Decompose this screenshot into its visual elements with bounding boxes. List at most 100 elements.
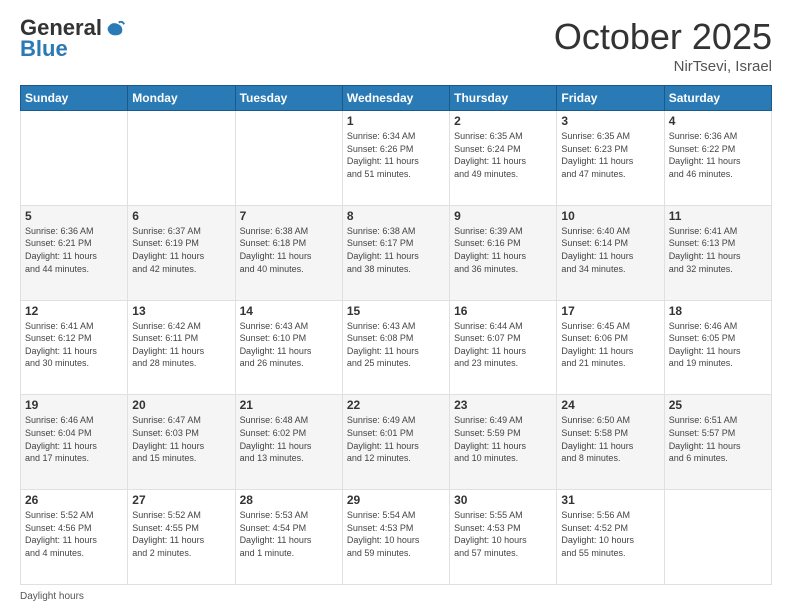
day-number: 9: [454, 209, 552, 223]
day-number: 15: [347, 304, 445, 318]
day-info: Sunrise: 5:55 AM Sunset: 4:53 PM Dayligh…: [454, 509, 552, 559]
day-header-monday: Monday: [128, 86, 235, 111]
calendar-cell: [235, 111, 342, 206]
month-title: October 2025: [554, 16, 772, 58]
calendar-cell: 14Sunrise: 6:43 AM Sunset: 6:10 PM Dayli…: [235, 300, 342, 395]
day-header-friday: Friday: [557, 86, 664, 111]
logo-icon: [104, 17, 126, 39]
calendar-cell: 29 Sunrise: 5:54 AM Sunset: 4:53 PM Dayli…: [342, 490, 449, 585]
calendar-cell: 10 Sunrise: 6:40 AM Sunset: 6:14 PM Dayli…: [557, 205, 664, 300]
calendar-cell: [664, 490, 771, 585]
calendar-cell: 1 Sunrise: 6:34 AM Sunset: 6:26 PM Daylig…: [342, 111, 449, 206]
day-number: 29: [347, 493, 445, 507]
day-number: 31: [561, 493, 659, 507]
day-number: 26: [25, 493, 123, 507]
day-info: Sunrise: 5:52 AM Sunset: 4:56 PM Dayligh…: [25, 509, 123, 559]
calendar-cell: 31 Sunrise: 5:56 AM Sunset: 4:52 PM Dayli…: [557, 490, 664, 585]
day-header-sunday: Sunday: [21, 86, 128, 111]
calendar-cell: 18 Sunrise: 6:46 AM Sunset: 6:05 PM Dayli…: [664, 300, 771, 395]
day-header-wednesday: Wednesday: [342, 86, 449, 111]
day-info: Sunrise: 6:41 AM Sunset: 6:12 PM Dayligh…: [25, 320, 123, 370]
day-info: Sunrise: 6:45 AM Sunset: 6:06 PM Dayligh…: [561, 320, 659, 370]
day-number: 8: [347, 209, 445, 223]
week-row-3: 12 Sunrise: 6:41 AM Sunset: 6:12 PM Dayli…: [21, 300, 772, 395]
day-number: 16: [454, 304, 552, 318]
day-header-saturday: Saturday: [664, 86, 771, 111]
calendar-cell: 17 Sunrise: 6:45 AM Sunset: 6:06 PM Dayli…: [557, 300, 664, 395]
day-info: Sunrise: 6:44 AM Sunset: 6:07 PM Dayligh…: [454, 320, 552, 370]
calendar-cell: [128, 111, 235, 206]
calendar-header: SundayMondayTuesdayWednesdayThursdayFrid…: [21, 86, 772, 111]
calendar-cell: 3Sunrise: 6:35 AM Sunset: 6:23 PM Daylig…: [557, 111, 664, 206]
day-info: Sunrise: 6:36 AM Sunset: 6:21 PM Dayligh…: [25, 225, 123, 275]
day-number: 11: [669, 209, 767, 223]
header: General Blue October 2025 NirTsevi, Isra…: [20, 16, 772, 75]
day-info: Sunrise: 6:38 AM Sunset: 6:18 PM Dayligh…: [240, 225, 338, 275]
calendar-cell: 24Sunrise: 6:50 AM Sunset: 5:58 PM Dayli…: [557, 395, 664, 490]
day-info: Sunrise: 6:50 AM Sunset: 5:58 PM Dayligh…: [561, 414, 659, 464]
calendar-cell: 8 Sunrise: 6:38 AM Sunset: 6:17 PM Daylig…: [342, 205, 449, 300]
day-number: 25: [669, 398, 767, 412]
week-row-4: 19Sunrise: 6:46 AM Sunset: 6:04 PM Dayli…: [21, 395, 772, 490]
day-number: 13: [132, 304, 230, 318]
day-number: 10: [561, 209, 659, 223]
day-number: 17: [561, 304, 659, 318]
day-info: Sunrise: 6:40 AM Sunset: 6:14 PM Dayligh…: [561, 225, 659, 275]
day-header-thursday: Thursday: [450, 86, 557, 111]
day-number: 22: [347, 398, 445, 412]
day-number: 4: [669, 114, 767, 128]
footer-label: Daylight hours: [20, 591, 84, 602]
day-number: 6: [132, 209, 230, 223]
title-block: October 2025 NirTsevi, Israel: [554, 16, 772, 75]
day-number: 27: [132, 493, 230, 507]
day-number: 28: [240, 493, 338, 507]
day-number: 12: [25, 304, 123, 318]
week-row-1: 1 Sunrise: 6:34 AM Sunset: 6:26 PM Daylig…: [21, 111, 772, 206]
day-number: 18: [669, 304, 767, 318]
calendar-cell: 5Sunrise: 6:36 AM Sunset: 6:21 PM Daylig…: [21, 205, 128, 300]
calendar-cell: 15Sunrise: 6:43 AM Sunset: 6:08 PM Dayli…: [342, 300, 449, 395]
calendar-cell: 20 Sunrise: 6:47 AM Sunset: 6:03 PM Dayli…: [128, 395, 235, 490]
day-info: Sunrise: 6:42 AM Sunset: 6:11 PM Dayligh…: [132, 320, 230, 370]
day-info: Sunrise: 5:56 AM Sunset: 4:52 PM Dayligh…: [561, 509, 659, 559]
day-info: Sunrise: 6:34 AM Sunset: 6:26 PM Dayligh…: [347, 130, 445, 180]
day-info: Sunrise: 6:43 AM Sunset: 6:10 PM Dayligh…: [240, 320, 338, 370]
calendar-cell: 6Sunrise: 6:37 AM Sunset: 6:19 PM Daylig…: [128, 205, 235, 300]
day-number: 2: [454, 114, 552, 128]
day-info: Sunrise: 6:47 AM Sunset: 6:03 PM Dayligh…: [132, 414, 230, 464]
day-info: Sunrise: 6:41 AM Sunset: 6:13 PM Dayligh…: [669, 225, 767, 275]
day-number: 23: [454, 398, 552, 412]
calendar-cell: 13 Sunrise: 6:42 AM Sunset: 6:11 PM Dayli…: [128, 300, 235, 395]
day-info: Sunrise: 5:54 AM Sunset: 4:53 PM Dayligh…: [347, 509, 445, 559]
calendar-body: 1 Sunrise: 6:34 AM Sunset: 6:26 PM Daylig…: [21, 111, 772, 585]
calendar-cell: 9Sunrise: 6:39 AM Sunset: 6:16 PM Daylig…: [450, 205, 557, 300]
day-info: Sunrise: 6:35 AM Sunset: 6:24 PM Dayligh…: [454, 130, 552, 180]
calendar-cell: 30 Sunrise: 5:55 AM Sunset: 4:53 PM Dayli…: [450, 490, 557, 585]
day-number: 20: [132, 398, 230, 412]
day-number: 1: [347, 114, 445, 128]
day-info: Sunrise: 6:48 AM Sunset: 6:02 PM Dayligh…: [240, 414, 338, 464]
day-info: Sunrise: 6:38 AM Sunset: 6:17 PM Dayligh…: [347, 225, 445, 275]
day-info: Sunrise: 6:46 AM Sunset: 6:05 PM Dayligh…: [669, 320, 767, 370]
calendar-cell: 28 Sunrise: 5:53 AM Sunset: 4:54 PM Dayli…: [235, 490, 342, 585]
day-info: Sunrise: 6:36 AM Sunset: 6:22 PM Dayligh…: [669, 130, 767, 180]
day-info: Sunrise: 6:35 AM Sunset: 6:23 PM Dayligh…: [561, 130, 659, 180]
day-info: Sunrise: 5:52 AM Sunset: 4:55 PM Dayligh…: [132, 509, 230, 559]
day-number: 21: [240, 398, 338, 412]
day-info: Sunrise: 5:53 AM Sunset: 4:54 PM Dayligh…: [240, 509, 338, 559]
day-header-tuesday: Tuesday: [235, 86, 342, 111]
day-header-row: SundayMondayTuesdayWednesdayThursdayFrid…: [21, 86, 772, 111]
day-number: 30: [454, 493, 552, 507]
day-info: Sunrise: 6:49 AM Sunset: 6:01 PM Dayligh…: [347, 414, 445, 464]
day-number: 19: [25, 398, 123, 412]
calendar-cell: 11 Sunrise: 6:41 AM Sunset: 6:13 PM Dayli…: [664, 205, 771, 300]
calendar-cell: 12 Sunrise: 6:41 AM Sunset: 6:12 PM Dayli…: [21, 300, 128, 395]
calendar-cell: 23 Sunrise: 6:49 AM Sunset: 5:59 PM Dayli…: [450, 395, 557, 490]
day-number: 7: [240, 209, 338, 223]
day-info: Sunrise: 6:51 AM Sunset: 5:57 PM Dayligh…: [669, 414, 767, 464]
calendar-cell: 4 Sunrise: 6:36 AM Sunset: 6:22 PM Daylig…: [664, 111, 771, 206]
calendar-cell: 7 Sunrise: 6:38 AM Sunset: 6:18 PM Daylig…: [235, 205, 342, 300]
day-info: Sunrise: 6:49 AM Sunset: 5:59 PM Dayligh…: [454, 414, 552, 464]
calendar-cell: 19Sunrise: 6:46 AM Sunset: 6:04 PM Dayli…: [21, 395, 128, 490]
page: General Blue October 2025 NirTsevi, Isra…: [0, 0, 792, 612]
